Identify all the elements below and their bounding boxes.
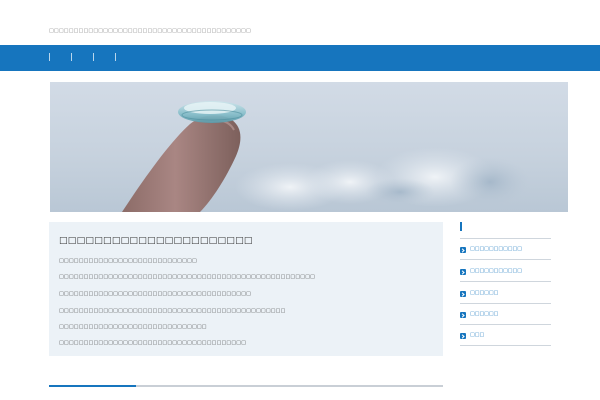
article-line: □□□□□□□□□□□□□□□□□□□□□□□□□□□□ [59,258,197,264]
contact-lens-photo-icon [122,101,530,212]
article-panel: □□□□□□□□□□□□□□□□□□□□□□ □□□□□□□□□□□□□□□□□… [49,222,443,356]
global-nav [0,45,600,71]
sidebar-item-label: □□□□□□ [470,311,499,317]
sidebar-item-label: □□□ [470,332,485,338]
nav-separator [93,53,94,61]
chevron-right-icon [460,291,466,297]
nav-item-1[interactable] [52,53,53,62]
article-line: □□□□□□□□□□□□□□□□□□□□□□□□□□□□□□□□□□□□□□□□… [59,308,286,314]
sidebar-item-label: □□□□□□ [470,290,499,296]
article-line: □□□□□□□□□□□□□□□□□□□□□□□□□□□□□□□□□□□□□□□ [59,291,252,297]
chevron-right-icon [460,247,466,253]
article-title: □□□□□□□□□□□□□□□□□□□□□□ [59,236,253,246]
sidebar-item-2[interactable]: □□□□□□□□□□□ [460,261,551,282]
article-line: □□□□□□□□□□□□□□□□□□□□□□□□□□□□□□□□□□□□□□ [59,340,247,346]
sidebar-heading [460,222,551,239]
sidebar-item-label: □□□□□□□□□□□ [470,246,522,252]
sidebar-item-4[interactable]: □□□□□□ [460,304,551,325]
sidebar-item-3[interactable]: □□□□□□ [460,283,551,304]
chevron-right-icon [460,312,466,318]
sidebar-item-5[interactable]: □□□ [460,325,551,346]
chevron-right-icon [460,333,466,339]
nav-item-2[interactable] [74,53,75,62]
nav-separator [49,53,50,61]
sidebar-item-1[interactable]: □□□□□□□□□□□ [460,239,551,260]
nav-separator [71,53,72,61]
nav-item-4[interactable] [118,53,119,62]
article-line: □□□□□□□□□□□□□□□□□□□□□□□□□□□□□□□□□□□□□□□□… [59,274,316,280]
site-tagline: □□□□□□□□□□□□□□□□□□□□□□□□□□□□□□□□□□□□□□□□… [49,28,251,34]
nav-item-3[interactable] [96,53,97,62]
site-header: □□□□□□□□□□□□□□□□□□□□□□□□□□□□□□□□□□□□□□□□… [0,0,600,45]
hero-image [50,82,568,212]
heading-marker-icon [460,222,462,231]
chevron-right-icon [460,269,466,275]
sidebar-item-label: □□□□□□□□□□□ [470,268,522,274]
section-divider-accent [49,385,136,387]
article-line: □□□□□□□□□□□□□□□□□□□□□□□□□□□□□□ [59,324,207,330]
nav-separator [115,53,116,61]
